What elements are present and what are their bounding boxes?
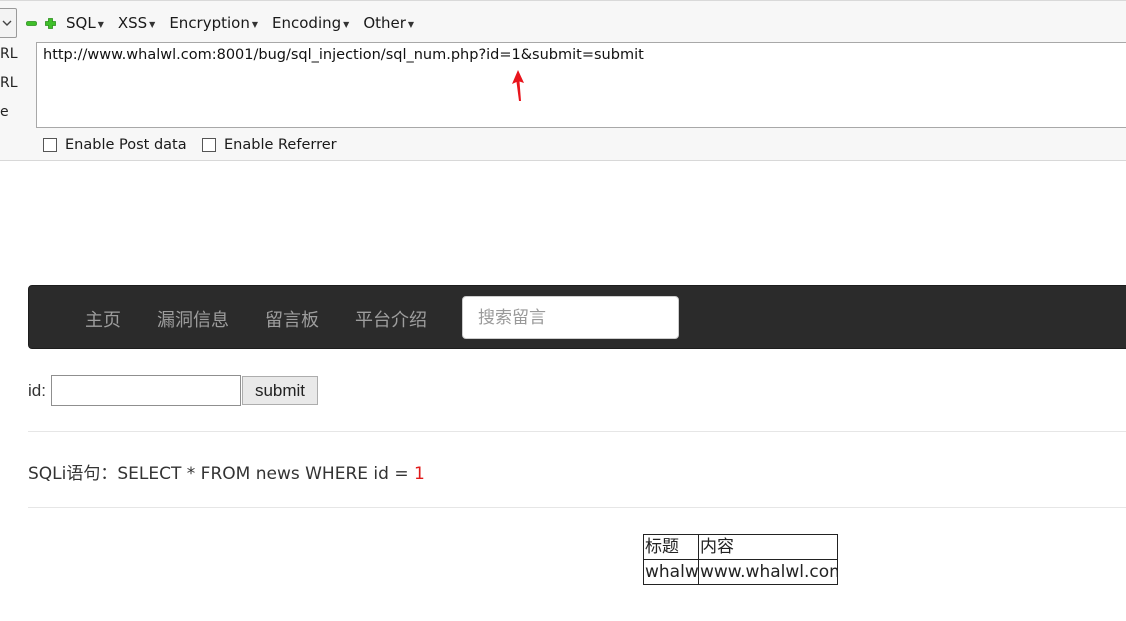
- caret-down-icon: ▼: [149, 20, 156, 29]
- sqli-prefix: SQLi语句：SELECT * FROM news WHERE id =: [28, 464, 414, 484]
- id-input[interactable]: [51, 375, 241, 406]
- menu-sql[interactable]: SQL ▼: [66, 14, 104, 32]
- hackbar-collapse-button[interactable]: [0, 8, 17, 38]
- url-textarea[interactable]: http://www.whalwl.com:8001/bug/sql_injec…: [36, 42, 1126, 128]
- minus-icon[interactable]: [26, 18, 37, 29]
- nav-home[interactable]: 主页: [85, 306, 121, 332]
- enable-post-data-checkbox[interactable]: Enable Post data: [43, 137, 187, 153]
- hackbar-menu: SQL ▼ XSS ▼ Encryption ▼ Encoding ▼ Other ▼: [26, 13, 428, 33]
- menu-xss[interactable]: XSS ▼: [118, 14, 155, 32]
- table-header-title: 标题: [643, 534, 699, 560]
- site-navbar: 主页 漏洞信息 留言板 平台介绍: [28, 285, 1126, 349]
- id-label: id:: [28, 381, 46, 400]
- table-cell-title: whalwl: [643, 559, 699, 585]
- sqli-statement: SQLi语句：SELECT * FROM news WHERE id = 1: [28, 459, 425, 484]
- nav-about-platform[interactable]: 平台介绍: [355, 306, 427, 332]
- caret-down-icon: ▼: [407, 20, 415, 29]
- divider: [28, 431, 1126, 432]
- plus-icon[interactable]: [45, 17, 56, 29]
- enable-referrer-checkbox[interactable]: Enable Referrer: [202, 137, 337, 153]
- menu-encryption[interactable]: Encryption ▼: [169, 14, 258, 32]
- caret-down-icon: ▼: [251, 20, 259, 29]
- red-arrow-annotation: [512, 70, 524, 101]
- search-messages-input[interactable]: [462, 296, 679, 339]
- table-header-row: 标题 内容: [643, 534, 838, 560]
- menu-other[interactable]: Other ▼: [363, 14, 414, 32]
- table-header-content: 内容: [698, 534, 838, 560]
- caret-down-icon: ▼: [343, 20, 350, 29]
- divider: [28, 507, 1126, 508]
- load-url-button[interactable]: RL: [0, 46, 18, 62]
- submit-button[interactable]: submit: [242, 376, 318, 405]
- split-url-button[interactable]: RL: [0, 75, 18, 91]
- sqli-value: 1: [413, 464, 425, 484]
- nav-message-board[interactable]: 留言板: [265, 306, 319, 332]
- execute-button[interactable]: e: [0, 104, 9, 120]
- table-row: whalwl www.whalwl.com.: [643, 559, 838, 585]
- chevron-down-icon: [2, 20, 12, 26]
- hackbar-toolbar: SQL ▼ XSS ▼ Encryption ▼ Encoding ▼ Other ▼ R…: [0, 0, 1126, 161]
- checkbox-box[interactable]: [202, 138, 216, 152]
- checkbox-box[interactable]: [43, 138, 57, 152]
- table-cell-content: www.whalwl.com.: [698, 559, 838, 585]
- toolbar-top-border: [0, 0, 1126, 1]
- caret-down-icon: ▼: [97, 20, 104, 29]
- nav-vulnerabilities[interactable]: 漏洞信息: [157, 306, 229, 332]
- menu-encoding[interactable]: Encoding ▼: [272, 14, 349, 32]
- result-table: 标题 内容 whalwl www.whalwl.com.: [643, 534, 838, 585]
